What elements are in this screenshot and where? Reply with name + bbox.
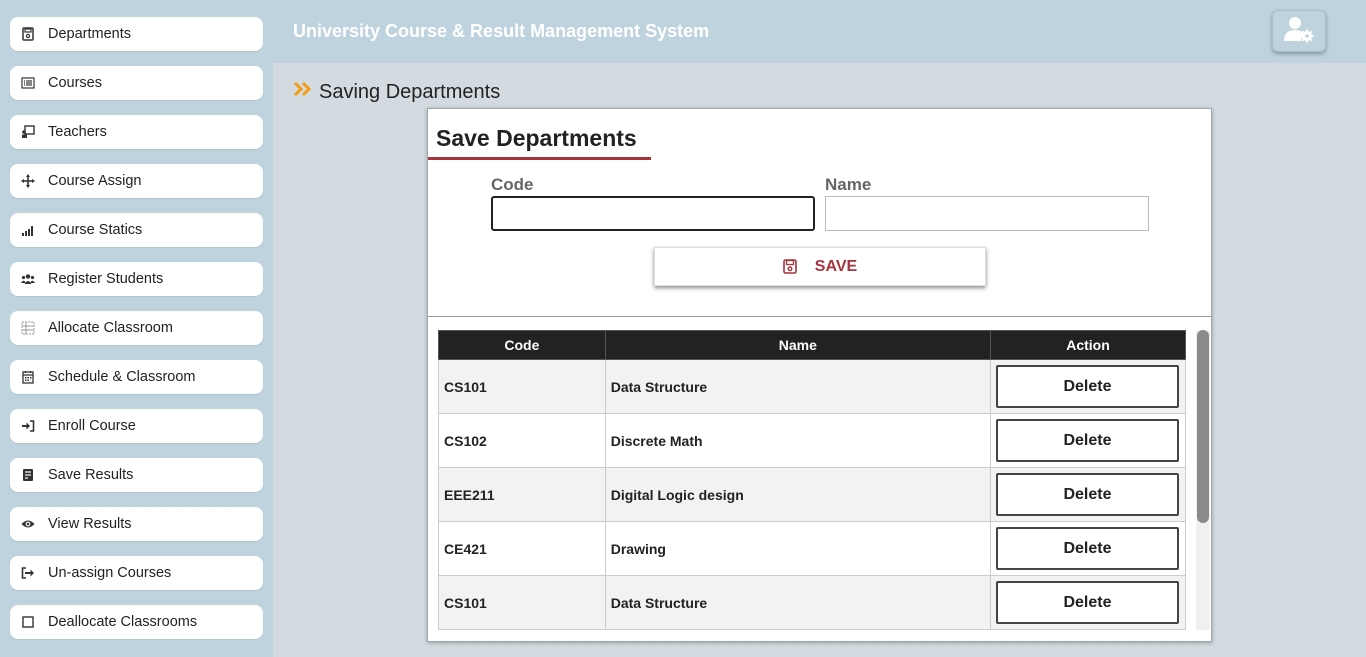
divider xyxy=(428,316,1211,317)
sidebar-item-enroll-course[interactable]: Enroll Course xyxy=(10,409,263,443)
grid-icon xyxy=(18,318,38,338)
sidebar: Departments Courses Teachers Course Assi… xyxy=(0,0,273,657)
cell-name: Data Structure xyxy=(604,575,991,630)
sidebar-item-register-students[interactable]: Register Students xyxy=(10,262,263,296)
code-label: Code xyxy=(491,175,534,194)
sidebar-item-label: Course Assign xyxy=(48,173,142,189)
cell-name: Discrete Math xyxy=(604,413,991,468)
cell-action: Delete xyxy=(989,359,1186,414)
app-title: University Course & Result Management Sy… xyxy=(293,21,710,41)
form-title: Save Departments xyxy=(436,125,637,151)
cell-code: CS101 xyxy=(438,575,606,630)
top-header: University Course & Result Management Sy… xyxy=(273,0,1366,63)
move-arrows-icon xyxy=(18,171,38,191)
sidebar-item-label: Courses xyxy=(48,75,102,91)
sign-in-icon xyxy=(18,416,38,436)
code-input[interactable] xyxy=(491,196,815,231)
cell-code: EEE211 xyxy=(438,467,606,522)
table-row: CS101 Data Structure Delete xyxy=(438,359,1186,414)
column-header-name: Name xyxy=(604,330,991,360)
sidebar-item-teachers[interactable]: Teachers xyxy=(10,115,263,149)
sidebar-item-label: Allocate Classroom xyxy=(48,320,173,336)
table-row: CS102 Discrete Math Delete xyxy=(438,413,1186,468)
cell-action: Delete xyxy=(989,413,1186,468)
list-icon xyxy=(18,73,38,93)
column-header-code: Code xyxy=(438,330,606,360)
sidebar-item-label: Deallocate Classrooms xyxy=(48,614,198,630)
sidebar-item-allocate-classroom[interactable]: Allocate Classroom xyxy=(10,311,263,345)
sidebar-item-label: Course Statics xyxy=(48,222,143,238)
sidebar-item-course-statics[interactable]: Course Statics xyxy=(10,213,263,247)
user-settings-button[interactable] xyxy=(1272,10,1326,52)
eye-icon xyxy=(18,514,38,534)
sidebar-item-label: Departments xyxy=(48,26,132,42)
cell-name: Data Structure xyxy=(604,359,991,414)
signal-bars-icon xyxy=(18,220,38,240)
sidebar-item-courses[interactable]: Courses xyxy=(10,66,263,100)
save-button-label: SAVE xyxy=(814,257,858,275)
save-departments-card: Save Departments Code Name SAVE Code Nam… xyxy=(427,108,1212,642)
scrollbar-thumb[interactable] xyxy=(1197,330,1209,523)
sidebar-item-label: Un-assign Courses xyxy=(48,565,172,581)
sidebar-item-label: Register Students xyxy=(48,271,164,287)
page-heading: Saving Departments xyxy=(293,80,500,104)
sidebar-item-departments[interactable]: Departments xyxy=(10,17,263,51)
teacher-board-icon xyxy=(18,122,38,142)
name-label: Name xyxy=(825,175,872,194)
user-settings-icon xyxy=(1283,15,1315,48)
sidebar-item-label: Enroll Course xyxy=(48,418,136,434)
delete-button[interactable]: Delete xyxy=(995,365,1179,408)
column-header-action: Action xyxy=(989,330,1186,360)
page-title: Saving Departments xyxy=(319,80,501,103)
sign-out-icon xyxy=(18,563,38,583)
sidebar-item-course-assign[interactable]: Course Assign xyxy=(10,164,263,198)
sidebar-item-label: View Results xyxy=(48,516,132,532)
sidebar-item-label: Schedule & Classroom xyxy=(48,369,196,385)
cell-name: Drawing xyxy=(604,521,991,576)
cell-action: Delete xyxy=(989,575,1186,630)
users-icon xyxy=(18,269,38,289)
save-file-icon xyxy=(18,24,38,44)
document-icon xyxy=(18,465,38,485)
table-header-row: Code Name Action xyxy=(438,330,1186,360)
cell-name: Digital Logic design xyxy=(604,467,991,522)
cell-code: CS102 xyxy=(438,413,606,468)
delete-button[interactable]: Delete xyxy=(995,581,1179,624)
departments-table: Code Name Action CS101 Data Structure De… xyxy=(438,330,1186,630)
cell-action: Delete xyxy=(989,521,1186,576)
cell-action: Delete xyxy=(989,467,1186,522)
save-icon xyxy=(782,259,797,274)
double-chevron-right-icon xyxy=(293,80,313,104)
table-row: EEE211 Digital Logic design Delete xyxy=(438,467,1186,522)
save-button[interactable]: SAVE xyxy=(654,247,986,286)
delete-button[interactable]: Delete xyxy=(995,419,1179,462)
title-underline xyxy=(428,157,651,160)
sidebar-item-view-results[interactable]: View Results xyxy=(10,507,263,541)
cell-code: CS101 xyxy=(438,359,606,414)
sidebar-item-schedule-classroom[interactable]: Schedule & Classroom xyxy=(10,360,263,394)
table-row: CE421 Drawing Delete xyxy=(438,521,1186,576)
table-scrollbar[interactable] xyxy=(1196,330,1210,630)
sidebar-item-label: Save Results xyxy=(48,467,134,483)
delete-button[interactable]: Delete xyxy=(995,527,1179,570)
sidebar-item-save-results[interactable]: Save Results xyxy=(10,458,263,492)
sidebar-item-deallocate-classrooms[interactable]: Deallocate Classrooms xyxy=(10,605,263,639)
sidebar-item-unassign-courses[interactable]: Un-assign Courses xyxy=(10,556,263,590)
name-input[interactable] xyxy=(825,196,1149,231)
sidebar-item-label: Teachers xyxy=(48,124,107,140)
cell-code: CE421 xyxy=(438,521,606,576)
square-icon xyxy=(18,612,38,632)
table-row: CS101 Data Structure Delete xyxy=(438,575,1186,630)
departments-table-container: Code Name Action CS101 Data Structure De… xyxy=(438,330,1186,630)
calendar-icon xyxy=(18,367,38,387)
delete-button[interactable]: Delete xyxy=(995,473,1179,516)
